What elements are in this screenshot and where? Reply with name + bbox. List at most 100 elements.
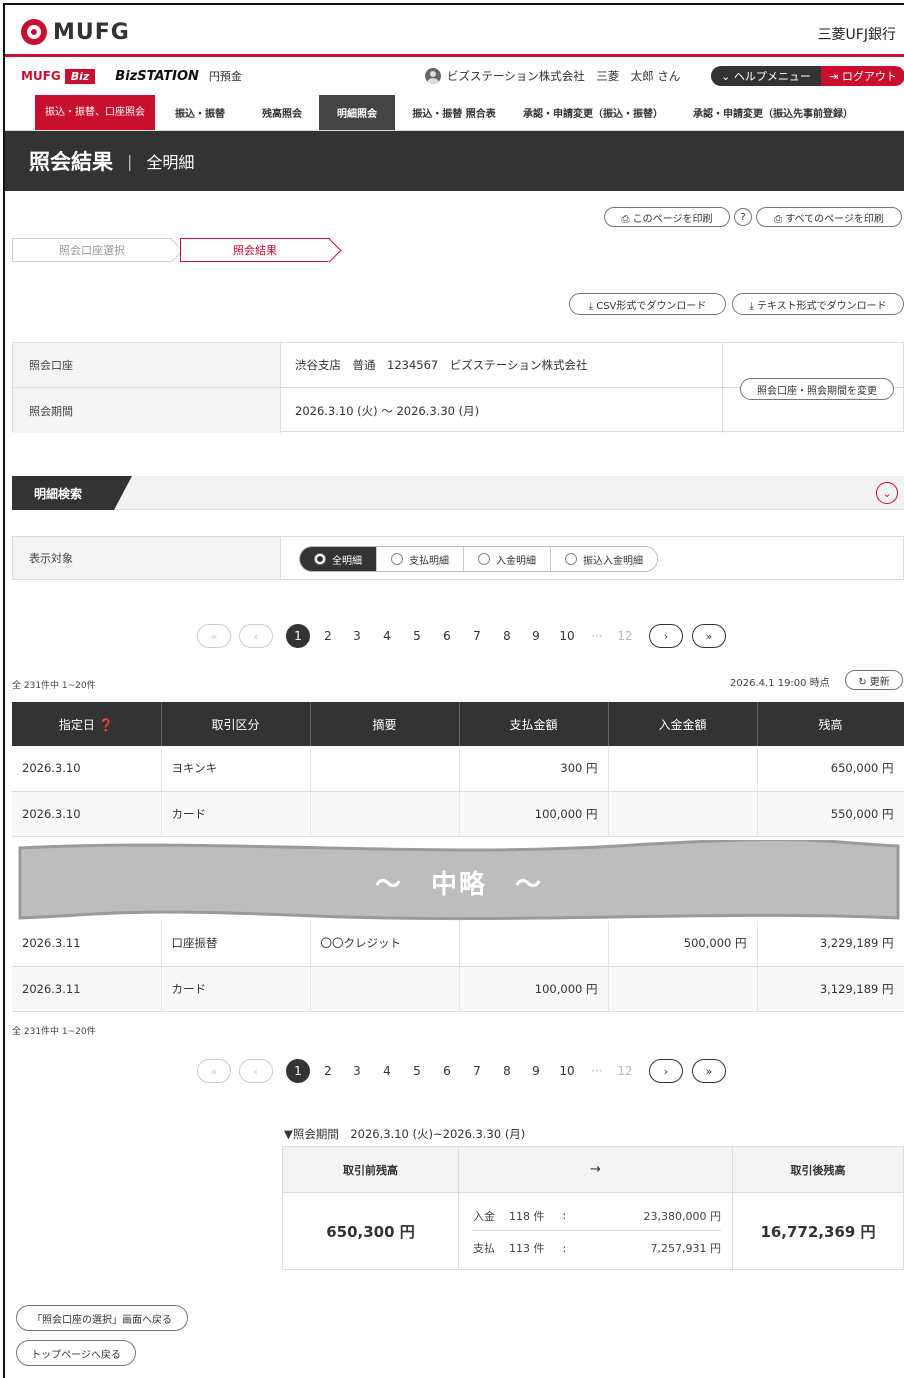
- page-4[interactable]: 4: [374, 624, 400, 648]
- filter-deposit[interactable]: 入金明細: [464, 547, 551, 571]
- payment-amount: 7,257,931 円: [650, 1242, 721, 1255]
- nav-balance-inquiry[interactable]: 残高照会: [245, 95, 319, 130]
- page-7[interactable]: 7: [464, 624, 490, 648]
- last-page-button[interactable]: »: [692, 624, 726, 648]
- page-3[interactable]: 3: [344, 624, 370, 648]
- nav-transfer[interactable]: 振込・振替: [155, 95, 245, 130]
- radio-icon: [565, 553, 577, 565]
- table-row: 2026.3.11 口座振替 〇〇クレジット 500,000 円 3,229,1…: [12, 921, 904, 967]
- filter-transfer-deposit-label: 振込入金明細: [583, 555, 643, 567]
- account-label: 照会口座: [13, 343, 281, 387]
- summary-period-label: ▼照会期間 2026.3.10 (火)~2026.3.30 (月): [284, 1127, 526, 1141]
- page-10[interactable]: 10: [554, 624, 580, 648]
- cell-balance: 550,000 円: [757, 791, 904, 837]
- user-icon: [425, 68, 441, 84]
- cell-deposit: [608, 791, 758, 837]
- prev-page-button[interactable]: ‹: [239, 624, 273, 648]
- cell-type: カード: [161, 966, 311, 1012]
- first-page-button[interactable]: «: [197, 1059, 231, 1083]
- bank-name: 三菱UFJ銀行: [817, 27, 896, 43]
- bizstation-logo[interactable]: BizSTATION: [115, 69, 199, 84]
- chevron-down-icon[interactable]: ⌄: [876, 482, 898, 504]
- col-payment: 支払金額: [459, 702, 609, 746]
- result-count: 全 231件中 1~20件: [12, 681, 96, 691]
- print-all-button[interactable]: ⎙ すべてのページを印刷: [756, 207, 902, 227]
- omitted-banner: ～ 中略 ～: [16, 838, 902, 924]
- filter-payment[interactable]: 支払明細: [377, 547, 464, 571]
- page-title: 照会結果: [29, 150, 113, 174]
- last-page-button[interactable]: »: [692, 1059, 726, 1083]
- page-8[interactable]: 8: [494, 1059, 520, 1083]
- col-balance: 残高: [757, 702, 904, 746]
- cell-balance: 3,129,189 円: [757, 966, 904, 1012]
- cell-type: ヨキンキ: [161, 746, 311, 792]
- page-ellipsis: ···: [591, 1064, 603, 1078]
- nav-statement-inquiry[interactable]: 明細照会: [319, 95, 395, 130]
- deposit-line: 入金 118 件 : 23,380,000 円: [473, 1201, 721, 1231]
- col-date[interactable]: 指定日 ❓: [12, 702, 162, 746]
- cell-payment: 300 円: [459, 746, 609, 792]
- cell-memo: [310, 746, 460, 792]
- page-2[interactable]: 2: [315, 1059, 341, 1083]
- page-8[interactable]: 8: [494, 624, 520, 648]
- page-6[interactable]: 6: [434, 1059, 460, 1083]
- summary-table: 取引前残高 → 取引後残高 650,300 円 入金 118 件 : 23,38…: [282, 1146, 904, 1270]
- service-biz-badge: Biz: [64, 68, 96, 84]
- col-memo: 摘要: [310, 702, 460, 746]
- filter-segment: 全明細 支払明細 入金明細 振込入金明細: [299, 546, 658, 572]
- filter-all[interactable]: 全明細: [300, 547, 377, 571]
- deposit-label: 入金: [473, 1209, 495, 1223]
- prev-page-button[interactable]: ‹: [239, 1059, 273, 1083]
- filter-transfer-deposit[interactable]: 振込入金明細: [551, 547, 657, 571]
- payment-line: 支払 113 件 : 7,257,931 円: [473, 1233, 721, 1263]
- nav-approval-transfer[interactable]: 承認・申請変更（振込・振替）: [513, 95, 673, 130]
- nav-transfer-account-inquiry[interactable]: 振込・振替、口座照会: [35, 95, 155, 130]
- cell-type: カード: [161, 791, 311, 837]
- statement-table: 指定日 ❓ 取引区分 摘要 支払金額 入金金額 残高 2026.3.10 ヨキン…: [12, 702, 904, 837]
- next-page-button[interactable]: ›: [649, 624, 683, 648]
- page-1[interactable]: 1: [286, 1059, 310, 1083]
- statement-table-continued: 2026.3.11 口座振替 〇〇クレジット 500,000 円 3,229,1…: [12, 921, 904, 1012]
- first-page-button[interactable]: «: [197, 624, 231, 648]
- table-row: 2026.3.10 ヨキンキ 300 円 650,000 円: [12, 746, 904, 792]
- change-account-period-button[interactable]: 照会口座・照会期間を変更: [740, 378, 894, 400]
- refresh-button[interactable]: ↻ 更新: [845, 670, 903, 690]
- back-to-top-button[interactable]: トップページへ戻る: [16, 1340, 136, 1366]
- col-type: 取引区分: [161, 702, 311, 746]
- mufg-logo[interactable]: MUFG: [21, 19, 130, 45]
- print-page-button[interactable]: ⎙ このページを印刷: [604, 207, 730, 227]
- step-account-select: 照会口座選択: [12, 238, 172, 262]
- cell-memo: [310, 791, 460, 837]
- nav-approval-payee[interactable]: 承認・申請変更（振込先事前登録）: [673, 95, 873, 130]
- csv-download-button[interactable]: ⤓ CSV形式でダウンロード: [569, 293, 726, 315]
- page-3[interactable]: 3: [344, 1059, 370, 1083]
- page-5[interactable]: 5: [404, 624, 430, 648]
- page-7[interactable]: 7: [464, 1059, 490, 1083]
- page-4[interactable]: 4: [374, 1059, 400, 1083]
- user-name: ビズステーション株式会社 三菱 太郎 さん: [447, 69, 681, 83]
- page-10[interactable]: 10: [554, 1059, 580, 1083]
- page-1[interactable]: 1: [286, 624, 310, 648]
- page-5[interactable]: 5: [404, 1059, 430, 1083]
- page-9[interactable]: 9: [523, 1059, 549, 1083]
- page-2[interactable]: 2: [315, 624, 341, 648]
- next-page-button[interactable]: ›: [649, 1059, 683, 1083]
- cell-date: 2026.3.10: [12, 791, 162, 837]
- help-icon[interactable]: ?: [734, 208, 752, 226]
- nav-transfer-reconciliation[interactable]: 振込・振替 照合表: [395, 95, 513, 130]
- page-6[interactable]: 6: [434, 624, 460, 648]
- deposit-count: 118 件: [509, 1209, 545, 1223]
- pagination-bottom: « ‹ 1 2 3 4 5 6 7 8 9 10 ··· 12 › »: [0, 1059, 904, 1085]
- top-header: MUFG 三菱UFJ銀行: [5, 5, 904, 57]
- page-12[interactable]: 12: [612, 624, 638, 648]
- radio-icon: [478, 553, 490, 565]
- text-download-button[interactable]: ⤓ テキスト形式でダウンロード: [732, 293, 904, 315]
- cell-date: 2026.3.11: [12, 966, 162, 1012]
- statement-search-section[interactable]: 明細検索 ⌄: [12, 476, 904, 510]
- back-to-account-select-button[interactable]: 「照会口座の選択」画面へ戻る: [16, 1305, 188, 1331]
- page-9[interactable]: 9: [523, 624, 549, 648]
- col-deposit: 入金金額: [608, 702, 758, 746]
- help-menu-button[interactable]: ⌄ ヘルプメニュー: [711, 66, 821, 86]
- logout-button[interactable]: ⇥ ログアウト: [821, 66, 904, 86]
- page-12[interactable]: 12: [612, 1059, 638, 1083]
